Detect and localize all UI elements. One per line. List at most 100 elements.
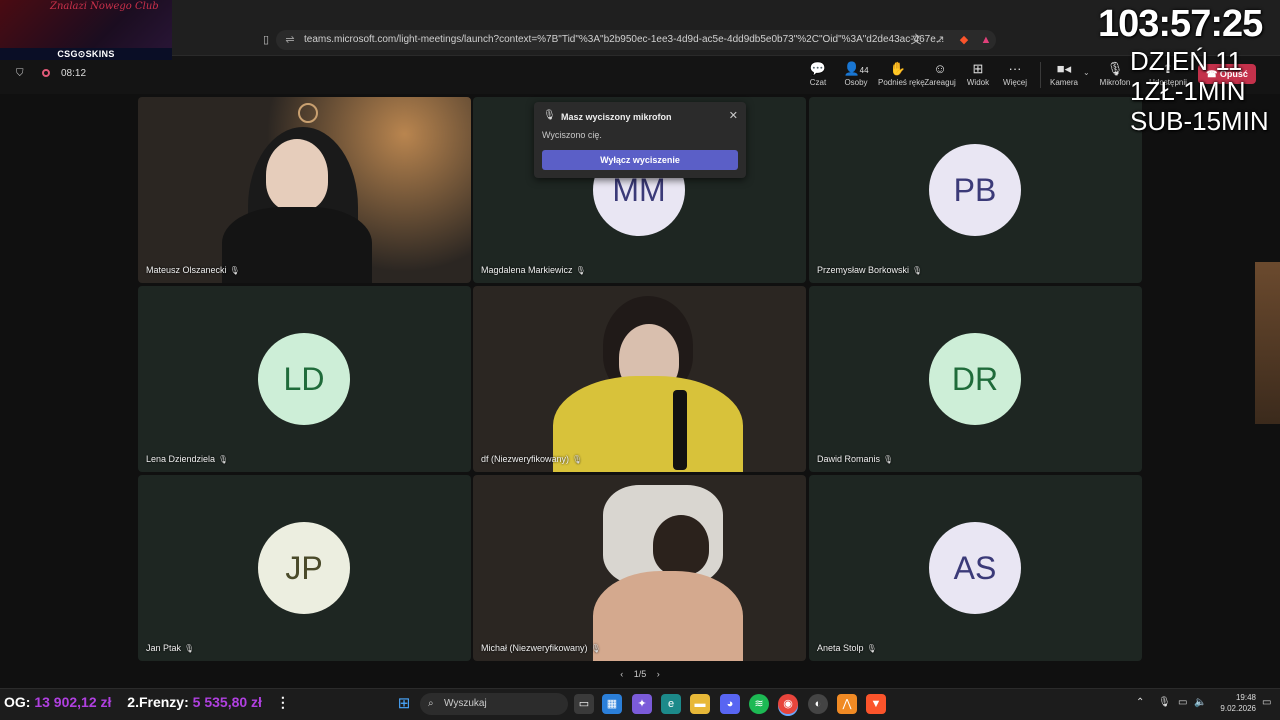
offscreen-video-tile — [1255, 262, 1280, 424]
recording-icon — [42, 69, 50, 77]
chat-icon: 💬 — [809, 61, 827, 76]
participant-name: Magdalena Markiewicz 🎙 — [481, 265, 586, 275]
mic-muted-icon: 🎙 — [590, 644, 601, 653]
raise-hand-icon: ✋ — [889, 61, 907, 76]
participant-name: Lena Dziendziela 🎙 — [146, 454, 229, 464]
participant-name: Dawid Romanis 🎙 — [817, 454, 894, 464]
network-icon[interactable]: ▭ — [1178, 697, 1187, 708]
clock-date: 9.02.2026 — [1220, 704, 1256, 713]
participant-tile[interactable]: AS Aneta Stolp 🎙 — [809, 475, 1142, 661]
store-icon[interactable]: ▦ — [602, 694, 622, 714]
view-button[interactable]: ⊞ Widok — [958, 60, 998, 92]
taskbar-search[interactable]: ⌕ Wyszukaj — [420, 693, 568, 715]
mic-muted-icon: 🎙 — [218, 455, 229, 464]
brave-rewards-icon[interactable]: ▲ — [978, 30, 994, 50]
stream-logo-script: Znalazi Nowego Club — [50, 1, 159, 12]
chat-button[interactable]: 💬 Czat — [798, 60, 838, 92]
view-icon: ⊞ — [972, 61, 984, 76]
brave-icon[interactable]: ▼ — [866, 694, 886, 714]
address-bar[interactable]: teams.microsoft.com/light-meetings/launc… — [276, 30, 996, 50]
participant-avatar: AS — [929, 522, 1021, 614]
chrome-icon[interactable]: ◉ — [778, 694, 798, 714]
participant-tile[interactable]: LD Lena Dziendziela 🎙 — [138, 286, 471, 472]
bookmark-icon[interactable]: ▯ — [258, 30, 274, 50]
notification-title: Masz wyciszony mikrofon — [561, 112, 672, 122]
mic-muted-icon: 🎙 — [572, 455, 583, 464]
camera-options-chevron-icon[interactable]: ⌄ — [1083, 68, 1090, 77]
og-value: 13 902,12 zł — [34, 694, 112, 710]
wall-clock — [298, 103, 318, 123]
participant-avatar: JP — [258, 522, 350, 614]
people-count: 44 — [859, 66, 869, 75]
participant-avatar: LD — [258, 333, 350, 425]
toolbar-divider — [1040, 62, 1041, 88]
windows-start-icon[interactable]: ⊞ — [394, 694, 414, 714]
prev-page-chevron-icon[interactable]: ‹ — [620, 669, 623, 679]
tray-chevron-up-icon[interactable]: ⌃ — [1136, 697, 1144, 708]
participant-tile[interactable]: Michał (Niezweryfikowany) 🎙 — [473, 475, 806, 661]
volume-icon[interactable]: 🔈 — [1194, 697, 1206, 708]
mic-muted-icon: 🎙 — [866, 644, 877, 653]
camera-button[interactable]: ■◂ Kamera — [1044, 60, 1084, 92]
site-info-icon[interactable]: ⇌ — [282, 30, 298, 50]
system-clock[interactable]: 19:48 9.02.2026 — [1212, 692, 1256, 714]
mic-off-icon: 🎙 — [543, 110, 556, 121]
react-button[interactable]: ☺ Zareaguj — [920, 60, 960, 92]
stream-overlay: 103:57:25 DZIEŃ 11 1ZŁ-1MIN SUB-15MIN — [1098, 2, 1280, 136]
copilot-icon[interactable]: ✦ — [632, 694, 652, 714]
people-button[interactable]: 👤44 Osoby — [836, 60, 876, 92]
close-icon[interactable]: ✕ — [729, 109, 738, 122]
tray-mic-icon[interactable]: 🎙 — [1158, 697, 1171, 708]
translate-icon[interactable]: 文 — [908, 30, 924, 50]
frenzy-value: 5 535,80 zł — [192, 694, 262, 710]
donation-goals: OG: 13 902,12 zł 2.Frenzy: 5 535,80 zł ⋮ — [4, 694, 290, 711]
url-text: teams.microsoft.com/light-meetings/launc… — [304, 34, 945, 45]
microphone-stand — [673, 390, 687, 470]
participant-tile[interactable]: PB Przemysław Borkowski 🎙 — [809, 97, 1142, 283]
stream-logo: Znalazi Nowego Club CSG⊙SKINS — [0, 0, 172, 60]
participant-tile[interactable]: DR Dawid Romanis 🎙 — [809, 286, 1142, 472]
discord-icon[interactable]: ◕ — [720, 694, 740, 714]
file-explorer-icon[interactable]: ▬ — [690, 694, 710, 714]
edge-icon[interactable]: e — [661, 694, 681, 714]
participant-jacket — [222, 207, 372, 283]
participant-name: Aneta Stolp 🎙 — [817, 643, 877, 653]
stream-logo-sponsor: CSG⊙SKINS — [0, 48, 172, 60]
task-view-icon[interactable]: ▭ — [574, 694, 594, 714]
mic-muted-icon: 🎙 — [575, 266, 586, 275]
participant-name: Michał (Niezweryfikowany) 🎙 — [481, 643, 601, 653]
app-icon[interactable]: ⋀ — [837, 694, 857, 714]
participant-name: Przemysław Borkowski 🎙 — [817, 265, 923, 275]
participant-name: Mateusz Olszanecki 🎙 — [146, 265, 240, 275]
people-icon: 👤44 — [843, 61, 869, 76]
subathon-timer: 103:57:25 — [1098, 3, 1263, 45]
participant-tile[interactable]: Mateusz Olszanecki 🎙 — [138, 97, 471, 283]
participant-torso — [593, 571, 743, 661]
spotify-icon[interactable]: ≋ — [749, 694, 769, 714]
notifications-icon[interactable]: ▭ — [1262, 697, 1271, 708]
notification-message: Wyciszono cię. — [542, 130, 602, 140]
obs-icon[interactable]: ◐ — [808, 694, 828, 714]
search-icon: ⌕ — [428, 698, 434, 709]
participant-name: Jan Ptak 🎙 — [146, 643, 195, 653]
muted-notification: 🎙 Masz wyciszony mikrofon ✕ Wyciszono ci… — [534, 102, 746, 178]
participant-tile[interactable]: JP Jan Ptak 🎙 — [138, 475, 471, 661]
overlay-day: DZIEŃ 11 — [1130, 46, 1243, 76]
participant-tile[interactable]: df (Niezweryfikowany) 🎙 — [473, 286, 806, 472]
clock-time: 19:48 — [1235, 693, 1256, 702]
brave-shield-icon[interactable]: ◆ — [956, 30, 972, 50]
mic-muted-icon: 🎙 — [184, 644, 195, 653]
next-page-chevron-icon[interactable]: › — [657, 669, 660, 679]
participant-name: df (Niezweryfikowany) 🎙 — [481, 454, 583, 464]
camera-icon: ■◂ — [1056, 61, 1072, 76]
more-button[interactable]: ··· Więcej — [995, 60, 1035, 92]
share-page-icon[interactable]: ↗ — [932, 30, 948, 50]
more-vertical-icon: ⋮ — [275, 694, 290, 710]
participant-avatar: PB — [929, 144, 1021, 236]
raise-hand-button[interactable]: ✋ Podnieś rękę — [878, 60, 925, 92]
participant-face — [266, 139, 328, 211]
more-icon: ··· — [1008, 61, 1022, 76]
participant-avatar: DR — [929, 333, 1021, 425]
page-indicator: 1/5 — [633, 669, 647, 679]
unmute-button[interactable]: Wyłącz wyciszenie — [542, 150, 738, 170]
